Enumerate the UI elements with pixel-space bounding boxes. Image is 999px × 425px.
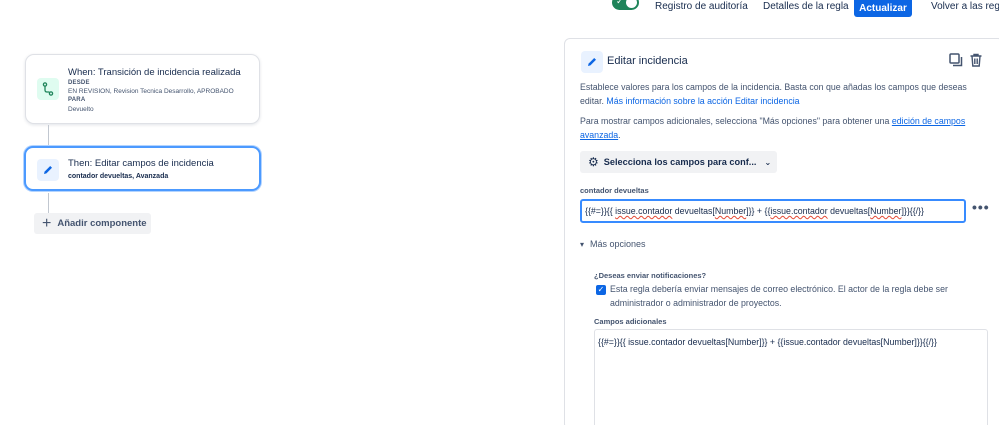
more-fields-end: . (618, 129, 621, 140)
trigger-title: When: Transición de incidencia realizada (68, 67, 241, 78)
action-subtitle: contador devueltas, Avanzada (68, 173, 169, 180)
trash-icon[interactable] (969, 53, 983, 72)
add-component-label: Añadir componente (57, 218, 147, 229)
edit-issue-panel: Editar incidencia Establece valores para… (564, 38, 999, 425)
field-value-part: issue.contador (770, 206, 828, 216)
pencil-icon (581, 51, 603, 73)
branch-icon (37, 78, 59, 100)
more-options-label: Más opciones (590, 239, 646, 249)
contador-devueltas-input[interactable]: {{#=}}{{ issue.contador devueltas[Number… (580, 199, 966, 223)
duplicate-icon[interactable] (949, 53, 963, 72)
additional-fields-label: Campos adicionales (594, 317, 667, 326)
rule-details-link[interactable]: Detalles de la regla (763, 0, 849, 14)
more-actions-icon[interactable]: ••• (972, 199, 990, 215)
additional-fields-textarea[interactable]: {{#=}}{{ issue.contador devueltas[Number… (594, 329, 988, 425)
update-button[interactable]: Actualizar (854, 0, 912, 17)
add-component-button[interactable]: + Añadir componente (34, 213, 151, 234)
field-label: contador devueltas (580, 186, 649, 195)
top-bar: ✓ Registro de auditoría Detalles de la r… (600, 0, 999, 17)
notify-label: ¿Deseas enviar notificaciones? (594, 271, 707, 280)
field-value-part: {{#=}}{{ (585, 206, 616, 216)
panel-actions (949, 53, 983, 72)
field-value-part: Number (870, 206, 902, 216)
audit-log-link[interactable]: Registro de auditoría (655, 0, 748, 14)
chevron-down-icon: ⌄ (764, 157, 772, 167)
field-value-part: ]}} + {{ (746, 206, 771, 216)
back-to-rules-link[interactable]: Volver a las regla (931, 0, 999, 14)
edit-issue-help-link[interactable]: Más información sobre la acción Editar i… (606, 96, 799, 106)
from-value: EN REVISION, Revision Tecnica Desarrollo… (68, 88, 234, 95)
select-fields-dropdown[interactable]: ⚙ Selecciona los campos para conf... ⌄ (580, 151, 777, 173)
notify-checkbox[interactable]: ✓ (596, 285, 606, 295)
rule-enabled-toggle[interactable]: ✓ (612, 0, 639, 10)
panel-description: Establece valores para los campos de la … (580, 81, 990, 108)
gear-icon: ⚙ (588, 155, 599, 169)
field-value-part: ]}}{{/}} (901, 206, 924, 216)
action-card[interactable]: Then: Editar campos de incidencia contad… (24, 146, 261, 191)
more-options-toggle[interactable]: ▾ Más opciones (580, 239, 646, 249)
to-label: PARA (68, 97, 86, 103)
toggle-knob (626, 0, 637, 8)
field-value-part: issue.contador (615, 206, 673, 216)
select-fields-label: Selecciona los campos para conf... (603, 157, 757, 167)
field-value-part: Number (714, 206, 747, 216)
trigger-card[interactable]: When: Transición de incidencia realizada… (25, 54, 260, 124)
from-label: DESDE (68, 80, 90, 86)
check-icon: ✓ (616, 0, 624, 6)
chevron-down-icon: ▾ (580, 239, 585, 249)
field-value-part: devueltas[ (827, 206, 871, 216)
panel-title: Editar incidencia (607, 55, 688, 67)
notify-text: Esta regla debería enviar mensajes de co… (610, 284, 948, 308)
plus-icon: + (42, 214, 52, 232)
flow-connector (48, 193, 49, 213)
field-value-part: devueltas[ (672, 206, 715, 216)
pencil-icon (37, 159, 59, 181)
more-fields-note: Para mostrar campos adicionales, selecci… (580, 115, 980, 142)
flow-connector (48, 125, 49, 146)
more-fields-text: Para mostrar campos adicionales, selecci… (580, 116, 890, 126)
to-value: Devuelto (68, 106, 94, 113)
action-title: Then: Editar campos de incidencia (68, 158, 214, 169)
